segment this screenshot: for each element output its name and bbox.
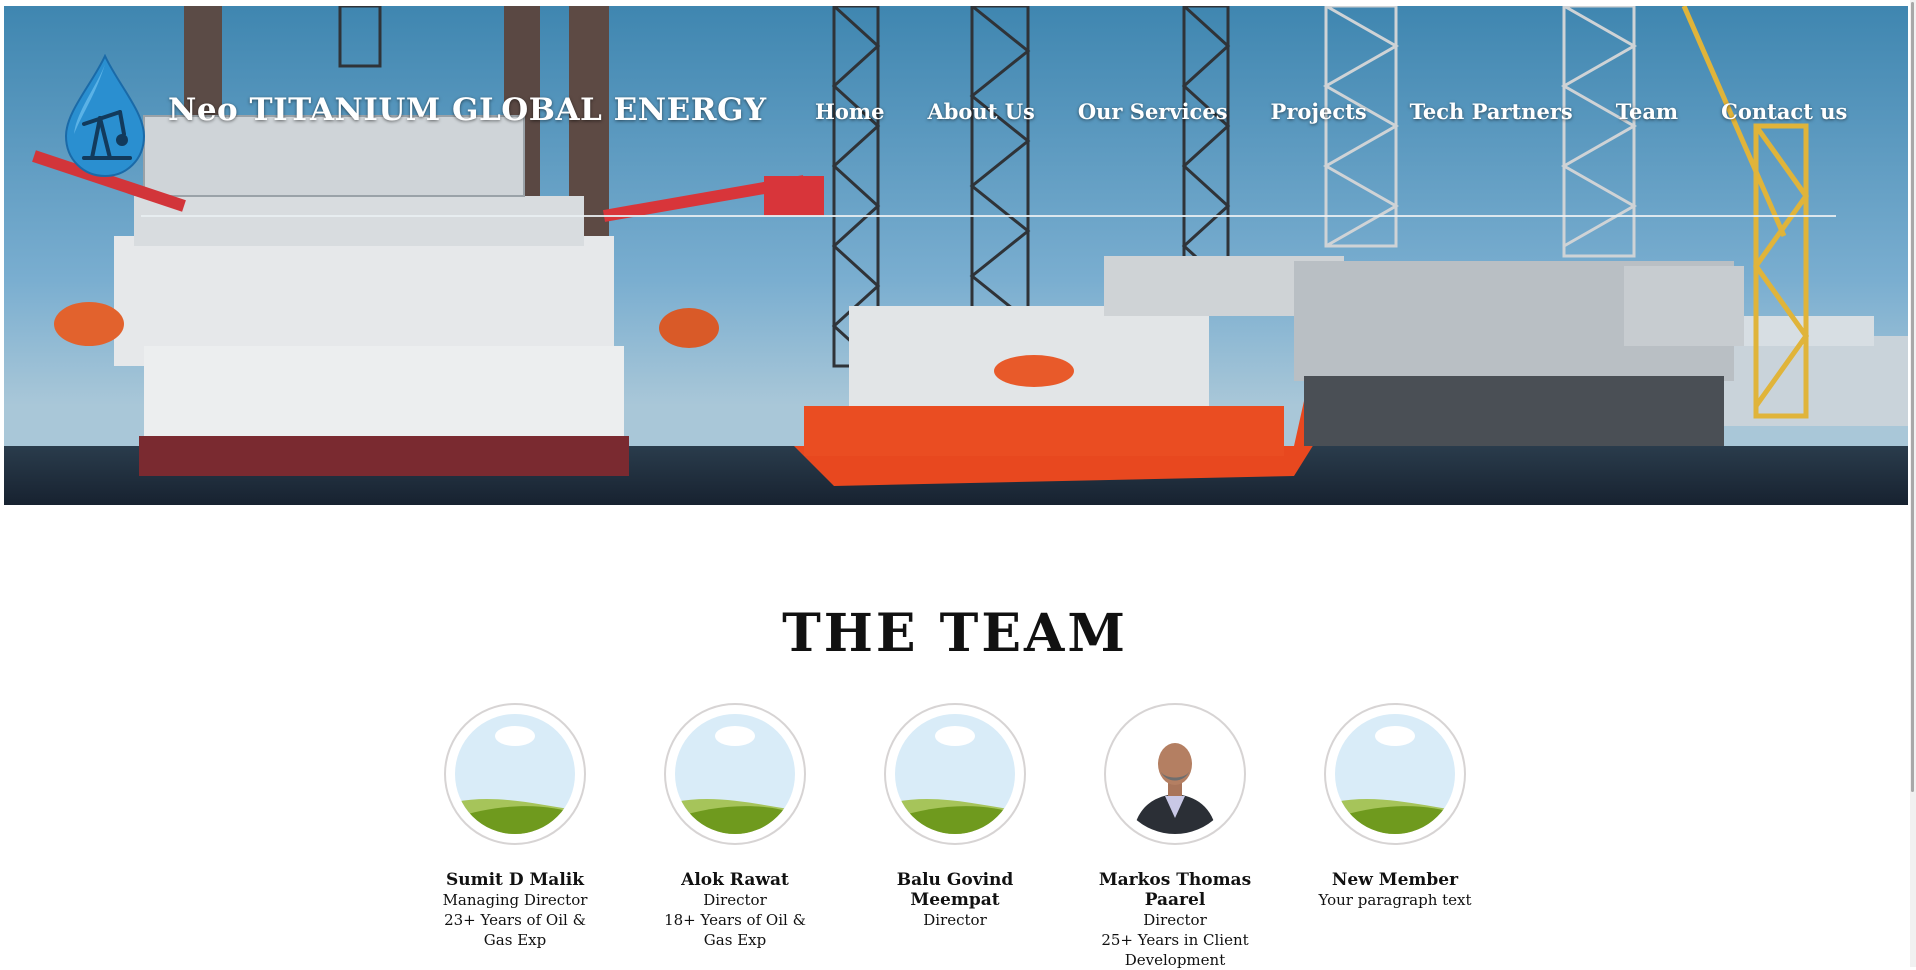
placeholder-image-icon [455, 714, 575, 834]
member-role: Managing Director [442, 891, 588, 909]
team-member-card: Alok Rawat Director 18+ Years of Oil & G… [650, 703, 820, 950]
member-avatar [444, 703, 586, 845]
team-member-card: Balu Govind Meempat Director [870, 703, 1040, 930]
page-scrollbar[interactable] [1910, 0, 1916, 967]
placeholder-image-icon [895, 714, 1015, 834]
member-name: Markos Thomas Paarel [1098, 870, 1252, 910]
member-detail: 18+ Years of Oil & Gas Exp [664, 911, 806, 949]
nav-our-services[interactable]: Our Services [1078, 99, 1228, 129]
nav-divider [141, 215, 1836, 217]
member-name: Sumit D Malik [445, 870, 585, 890]
nav-tech-partners[interactable]: Tech Partners [1410, 99, 1573, 129]
nav-team[interactable]: Team [1616, 99, 1678, 129]
member-name: Alok Rawat [681, 870, 789, 890]
team-members: Sumit D Malik Managing Director 23+ Year… [430, 703, 1540, 970]
member-role: Director [1143, 911, 1207, 929]
member-role: Director [923, 911, 987, 929]
nav-projects[interactable]: Projects [1271, 99, 1367, 129]
member-detail: 25+ Years in Client Development [1101, 931, 1249, 969]
team-member-card: New Member Your paragraph text [1310, 703, 1480, 910]
member-portrait [1115, 714, 1235, 834]
member-name: New Member [1331, 870, 1459, 890]
member-avatar [1104, 703, 1246, 845]
team-member-card: Sumit D Malik Managing Director 23+ Year… [430, 703, 600, 950]
oil-pump-drop-logo[interactable] [62, 54, 148, 178]
hero-banner: Neo TITANIUM GLOBAL ENERGY Home About Us… [4, 6, 1908, 505]
member-avatar [1324, 703, 1466, 845]
member-name: Balu Govind Meempat [896, 870, 1014, 910]
member-role: Director [703, 891, 767, 909]
team-member-card: Markos Thomas Paarel Director 25+ Years … [1090, 703, 1260, 970]
member-role: Your paragraph text [1318, 891, 1472, 909]
member-avatar [664, 703, 806, 845]
member-detail: 23+ Years of Oil & Gas Exp [444, 911, 586, 949]
nav-about-us[interactable]: About Us [927, 99, 1034, 129]
scrollbar-thumb[interactable] [1911, 2, 1914, 792]
member-avatar [884, 703, 1026, 845]
team-section-title: THE TEAM [782, 603, 1128, 664]
nav-home[interactable]: Home [815, 99, 884, 129]
main-nav: Home About Us Our Services Projects Tech… [815, 99, 1847, 129]
brand-name[interactable]: Neo TITANIUM GLOBAL ENERGY [168, 92, 767, 128]
placeholder-image-icon [1335, 714, 1455, 834]
offshore-rigs-photo [4, 6, 1908, 505]
nav-contact-us[interactable]: Contact us [1721, 99, 1847, 129]
placeholder-image-icon [675, 714, 795, 834]
